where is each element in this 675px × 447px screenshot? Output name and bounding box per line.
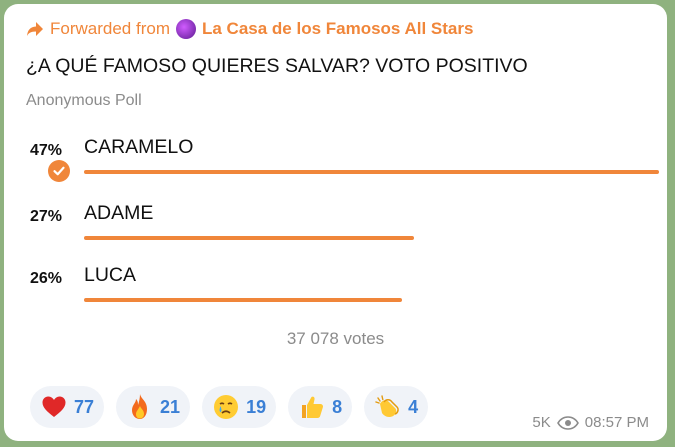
poll-option-label: LUCA [84, 264, 137, 286]
poll-option-percent: 27% [30, 208, 63, 225]
checkmark-icon [48, 160, 70, 182]
reactions-row: 77 21 19 8 4 [30, 386, 429, 428]
poll-option-bar [84, 298, 402, 302]
poll-total-votes[interactable]: 37 078 votes [4, 329, 667, 349]
poll-option-bar [84, 236, 414, 240]
eye-icon [556, 415, 579, 430]
forward-arrow-icon [27, 22, 43, 36]
poll-option-percent: 26% [30, 270, 63, 287]
poll-type: Anonymous Poll [26, 92, 142, 109]
thumbs-up-icon [298, 393, 326, 421]
poll-option-bar [84, 170, 659, 174]
clapping-hands-icon [374, 393, 402, 421]
reaction-crying[interactable]: 19 [202, 386, 277, 428]
reaction-count: 8 [332, 396, 343, 417]
fire-icon [126, 393, 154, 421]
reaction-count: 77 [74, 396, 95, 417]
message-bubble[interactable]: Forwarded from La Casa de los Famosos Al… [4, 4, 667, 441]
message-time: 08:57 PM [584, 414, 649, 431]
poll-option-label: CARAMELO [84, 136, 194, 158]
reaction-heart[interactable]: 77 [30, 386, 105, 428]
poll-option-label: ADAME [84, 202, 154, 224]
poll-option-caramelo[interactable]: 47% CARAMELO [4, 136, 667, 196]
forwarded-header[interactable]: Forwarded from La Casa de los Famosos Al… [26, 18, 473, 40]
message-meta: 5K 08:57 PM [532, 414, 649, 431]
poll-option-percent: 47% [30, 142, 63, 159]
crying-face-icon [212, 393, 240, 421]
poll-question: ¿A QUÉ FAMOSO QUIERES SALVAR? VOTO POSIT… [26, 55, 528, 77]
forwarded-prefix: Forwarded from [50, 19, 170, 38]
red-heart-icon [40, 393, 68, 421]
channel-avatar[interactable] [175, 19, 196, 39]
reaction-count: 21 [160, 396, 181, 417]
reaction-count: 4 [408, 396, 419, 417]
forwarded-channel-name[interactable]: La Casa de los Famosos All Stars [202, 19, 473, 39]
reaction-count: 19 [246, 396, 267, 417]
view-count: 5K [532, 414, 551, 431]
reaction-fire[interactable]: 21 [116, 386, 191, 428]
reaction-clapping[interactable]: 4 [364, 386, 429, 428]
reaction-thumbs-up[interactable]: 8 [288, 386, 353, 428]
poll-option-luca[interactable]: 26% LUCA [4, 264, 667, 324]
poll-option-adame[interactable]: 27% ADAME [4, 202, 667, 262]
